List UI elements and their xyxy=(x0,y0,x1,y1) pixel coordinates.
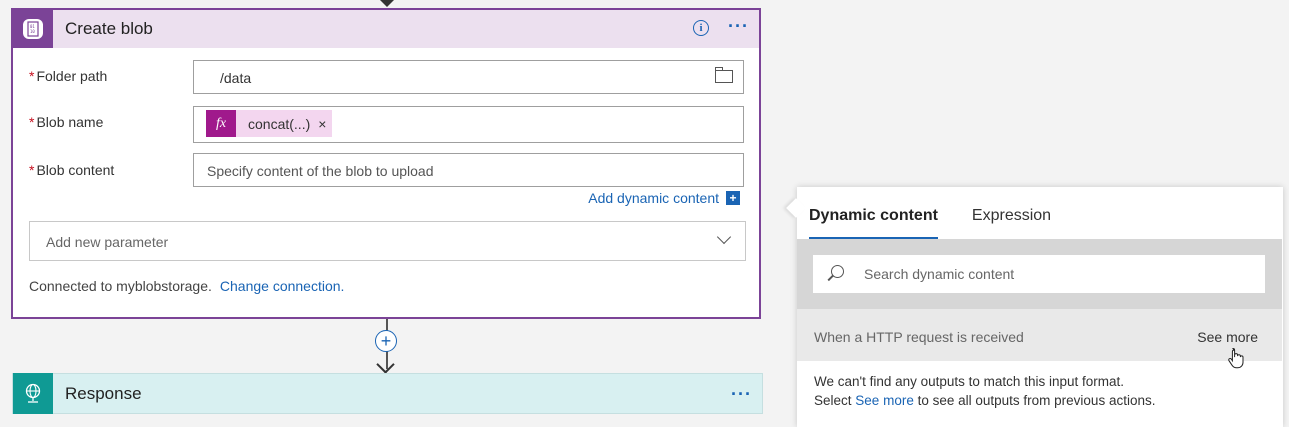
create-blob-card: 01 10 Create blob i ··· * Folder path /da… xyxy=(11,8,761,319)
response-card[interactable]: Response ··· xyxy=(12,373,763,414)
token-remove-button[interactable]: × xyxy=(318,116,326,132)
info-icon[interactable]: i xyxy=(693,20,709,36)
section-header: When a HTTP request is received See more xyxy=(797,309,1282,361)
folder-path-value: /data xyxy=(220,70,252,86)
connection-info: Connected to myblobstorage. Change connec… xyxy=(29,278,344,294)
add-new-parameter-dropdown[interactable]: Add new parameter xyxy=(29,221,746,261)
required-marker: * xyxy=(29,114,35,130)
hand-cursor-icon xyxy=(1228,347,1244,369)
tab-expression[interactable]: Expression xyxy=(972,207,1051,240)
svg-text:10: 10 xyxy=(30,29,35,34)
section-title: When a HTTP request is received xyxy=(814,329,1024,345)
response-title: Response xyxy=(65,383,142,403)
panel-pointer xyxy=(786,198,806,218)
folder-icon[interactable] xyxy=(714,67,733,83)
blob-storage-icon: 01 10 xyxy=(13,10,53,48)
empty-message: We can't find any outputs to match this … xyxy=(814,372,1155,410)
message-prefix: Select xyxy=(814,393,852,408)
insert-step-button[interactable]: + xyxy=(375,330,397,352)
change-connection-link[interactable]: Change connection. xyxy=(220,278,345,294)
chevron-down-icon xyxy=(716,229,732,245)
blob-content-label: * Blob content xyxy=(29,162,114,178)
blob-content-placeholder: Specify content of the blob to upload xyxy=(207,163,434,179)
required-marker: * xyxy=(29,162,35,178)
ellipsis-icon[interactable]: ··· xyxy=(728,16,749,37)
folder-path-label-text: Folder path xyxy=(36,68,108,84)
folder-path-label: * Folder path xyxy=(29,68,107,84)
see-more-button[interactable]: See more xyxy=(1197,329,1258,345)
search-area: Search dynamic content xyxy=(797,239,1282,309)
see-more-link[interactable]: See more xyxy=(855,393,914,408)
add-parameter-placeholder: Add new parameter xyxy=(46,234,169,250)
down-arrow-icon xyxy=(376,355,395,374)
ellipsis-icon[interactable]: ··· xyxy=(731,384,752,405)
message-line-1: We can't find any outputs to match this … xyxy=(814,374,1124,389)
blob-name-label: * Blob name xyxy=(29,114,103,130)
globe-icon xyxy=(13,373,53,414)
create-blob-title: Create blob xyxy=(65,19,153,38)
token-text: concat(...) xyxy=(248,115,311,132)
blob-name-input[interactable]: fx concat(...) × xyxy=(193,106,744,143)
panel-tabs: Dynamic content Expression xyxy=(809,207,1085,240)
expression-token[interactable]: fx concat(...) × xyxy=(206,110,333,137)
plus-icon: + xyxy=(726,191,740,205)
search-icon xyxy=(831,265,844,278)
blob-content-input[interactable]: Specify content of the blob to upload xyxy=(193,153,744,187)
tab-dynamic-content[interactable]: Dynamic content xyxy=(809,207,938,240)
add-dynamic-content-link[interactable]: Add dynamic content + xyxy=(588,190,740,206)
required-marker: * xyxy=(29,68,35,84)
message-line-2: Select See more to see all outputs from … xyxy=(814,391,1155,410)
folder-path-input[interactable]: /data xyxy=(193,60,744,94)
dynamic-content-panel: Dynamic content Expression Search dynami… xyxy=(786,187,1283,427)
blob-content-label-text: Blob content xyxy=(36,162,115,178)
top-connector-arrow xyxy=(380,0,394,7)
message-suffix: to see all outputs from previous actions… xyxy=(917,393,1156,408)
search-input[interactable]: Search dynamic content xyxy=(813,255,1265,293)
create-blob-header[interactable]: 01 10 Create blob i ··· xyxy=(13,10,759,48)
add-dynamic-content-label: Add dynamic content xyxy=(588,190,719,206)
connected-text: Connected to myblobstorage. xyxy=(29,278,212,294)
fx-icon: fx xyxy=(206,110,236,137)
blob-name-label-text: Blob name xyxy=(36,114,104,130)
search-placeholder: Search dynamic content xyxy=(864,266,1015,282)
